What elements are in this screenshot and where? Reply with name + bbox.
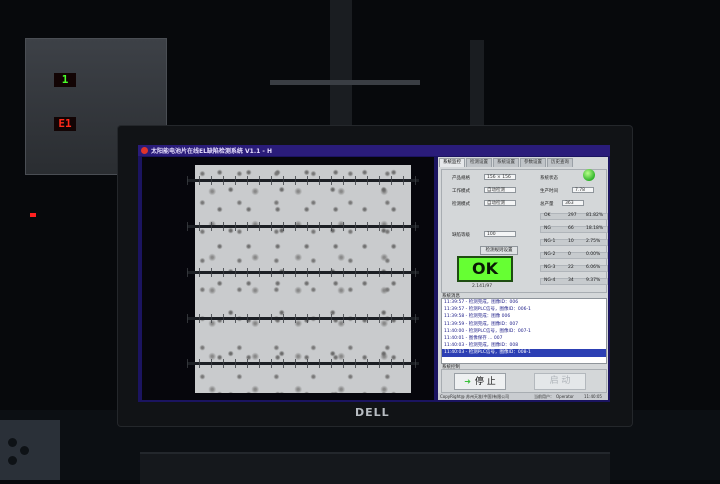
tab-parameter-settings[interactable]: 参数设置 bbox=[520, 158, 546, 167]
list-item[interactable]: 11:40:01 - 图像保存 ... 007 bbox=[442, 335, 606, 342]
busbar-line bbox=[187, 176, 419, 185]
copyright-text: CopyRight@ 苏州天准(中国)有限公司 bbox=[440, 394, 510, 399]
produced-value: 7.78 bbox=[572, 187, 594, 193]
control-panel: 系统监控 检测设置 系统设置 参数设置 历史查询 产品规格 156 × 156 … bbox=[438, 157, 608, 400]
tab-history[interactable]: 历史查询 bbox=[547, 158, 573, 167]
busbar-line bbox=[187, 268, 419, 277]
list-item[interactable]: 11:40:00 - 检测PLC信号，图像ID：007-1 bbox=[442, 328, 606, 335]
ceiling-rail bbox=[270, 80, 420, 85]
user-label: 当前用户： bbox=[534, 394, 554, 399]
tab-detection-settings[interactable]: 检测设置 bbox=[466, 158, 492, 167]
solar-cell-image bbox=[187, 165, 419, 393]
panel-readout-bottom: E1 bbox=[54, 117, 76, 131]
list-item[interactable]: 11:39:59 - 检测完成，图像ID：007 bbox=[442, 321, 606, 328]
stat-row-ng4: NG-4 34 9.37% bbox=[540, 278, 608, 285]
monitor-brand-logo: DELL bbox=[355, 406, 390, 419]
result-indicator: OK bbox=[457, 256, 513, 282]
status-bar: CopyRight@ 苏州天准(中国)有限公司 当前用户： Operator 1… bbox=[438, 393, 608, 400]
application-window: 太阳能电池片在线EL缺陷检测系统 V1.1 - H 系统监控 检测设置 系统设置… bbox=[138, 145, 610, 402]
control-box bbox=[0, 420, 60, 480]
stop-button[interactable]: ➜ 停 止 bbox=[454, 373, 506, 390]
produced-label: 生产时间 bbox=[540, 189, 558, 194]
busbar-line bbox=[187, 314, 419, 323]
el-image-viewer[interactable] bbox=[142, 157, 434, 400]
work-mode-label: 工作模式 bbox=[452, 189, 470, 194]
status-lamp-icon bbox=[583, 169, 595, 181]
start-button-label: 启 动 bbox=[549, 376, 571, 386]
tab-system-settings[interactable]: 系统设置 bbox=[493, 158, 519, 167]
busbar-line bbox=[187, 222, 419, 231]
panel-readout-top: 1 bbox=[54, 73, 76, 87]
stat-row-ng: NG 66 18.18% bbox=[540, 226, 608, 233]
stat-row-ng1: NG-1 10 2.75% bbox=[540, 239, 608, 246]
product-label: 产品规格 bbox=[452, 176, 470, 181]
tab-strip: 系统监控 检测设置 系统设置 参数设置 历史查询 bbox=[439, 158, 574, 167]
message-log[interactable]: 11:39:57 - 检测完成，图像ID：006 11:39:57 - 检测PL… bbox=[441, 298, 607, 364]
list-item-selected[interactable]: 11:40:03 - 检测PLC信号，图像ID：008-1 bbox=[442, 349, 606, 357]
keyboard bbox=[140, 452, 610, 484]
busbar-line bbox=[187, 359, 419, 368]
list-item[interactable]: 11:39:57 - 检测完成，图像ID：006 bbox=[442, 299, 606, 306]
product-select[interactable]: 156 × 156 bbox=[484, 174, 516, 180]
output-value: 363 bbox=[562, 200, 584, 206]
monitor-group: 产品规格 156 × 156 工作模式 自动检测 检测模式 自动检测 缺陷等级 … bbox=[441, 169, 608, 293]
stat-row-ng3: NG-3 22 6.06% bbox=[540, 265, 608, 272]
detect-mode-label: 检测模式 bbox=[452, 202, 470, 207]
app-icon bbox=[141, 147, 148, 154]
stat-row-ng2: NG-2 0 0.00% bbox=[540, 252, 608, 259]
ceiling-pipe bbox=[330, 0, 352, 130]
status-time: 11:40:05 bbox=[584, 394, 602, 399]
play-arrow-icon: ➜ bbox=[464, 377, 471, 386]
result-time: 2.141/97 bbox=[472, 284, 493, 289]
list-item[interactable]: 11:39:57 - 检测PLC信号，图像ID：006-1 bbox=[442, 306, 606, 313]
start-button[interactable]: 启 动 bbox=[534, 373, 586, 390]
indicator-led bbox=[30, 213, 36, 217]
work-mode-select[interactable]: 自动检测 bbox=[484, 187, 516, 193]
stop-button-label: 停 止 bbox=[474, 377, 496, 387]
list-item[interactable]: 11:40:03 - 检测完成，图像ID：008 bbox=[442, 342, 606, 349]
user-name: Operator bbox=[556, 394, 574, 399]
detect-rules-button[interactable]: 检测规则设置 bbox=[480, 246, 518, 255]
stat-row-ok: OK 297 81.82% bbox=[540, 213, 608, 220]
control-group: ➜ 停 止 启 动 bbox=[441, 369, 607, 393]
window-title: 太阳能电池片在线EL缺陷检测系统 V1.1 - H bbox=[151, 148, 272, 155]
grade-select[interactable]: 100 bbox=[484, 231, 516, 237]
tab-system-monitor[interactable]: 系统监控 bbox=[439, 158, 465, 167]
detect-mode-select[interactable]: 自动检测 bbox=[484, 200, 516, 206]
ceiling-pipe bbox=[470, 40, 484, 130]
system-state-label: 系统状态 bbox=[540, 176, 558, 181]
output-label: 总产量 bbox=[540, 202, 554, 207]
list-item[interactable]: 11:39:58 - 检测完成：图像 006 bbox=[442, 313, 606, 320]
grade-label: 缺陷等级 bbox=[452, 233, 470, 238]
title-bar: 太阳能电池片在线EL缺陷检测系统 V1.1 - H bbox=[138, 145, 610, 156]
